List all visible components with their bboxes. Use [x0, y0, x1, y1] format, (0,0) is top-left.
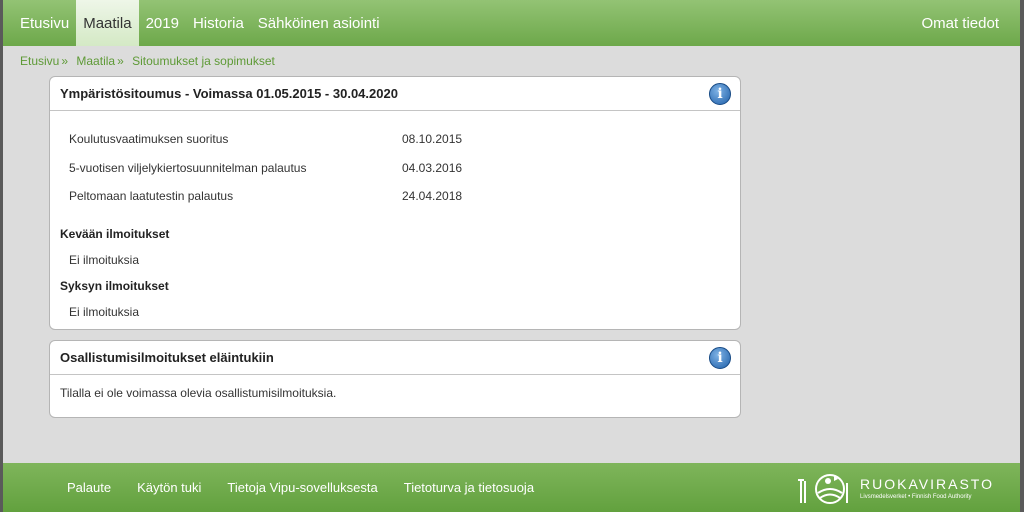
- spring-notices-text: Ei ilmoituksia: [69, 253, 140, 267]
- window-frame-left: [0, 0, 3, 512]
- panel-text: Tilalla ei ole voimassa olevia osallistu…: [60, 386, 337, 400]
- breadcrumb-separator: »: [117, 54, 124, 68]
- ruokavirasto-logo: RUOKAVIRASTO Livsmedelsverket • Finnish …: [798, 469, 994, 507]
- nav-omat-tiedot[interactable]: Omat tiedot: [914, 0, 1006, 46]
- footer-link-palaute[interactable]: Palaute: [67, 480, 111, 495]
- row-label: Peltomaan laatutestin palautus: [69, 189, 234, 203]
- breadcrumb-maatila[interactable]: Maatila: [76, 54, 115, 68]
- breadcrumb-etusivu[interactable]: Etusivu: [20, 54, 59, 68]
- spring-notices-title: Kevään ilmoitukset: [60, 227, 170, 241]
- autumn-notices-text: Ei ilmoituksia: [69, 305, 140, 319]
- row-value: 04.03.2016: [402, 161, 463, 175]
- nav-2019[interactable]: 2019: [139, 0, 186, 46]
- panel-title: Ympäristösitoumus - Voimassa 01.05.2015 …: [60, 86, 398, 101]
- nav-etusivu[interactable]: Etusivu: [13, 0, 76, 46]
- top-navigation: Etusivu Maatila 2019 Historia Sähköinen …: [3, 0, 1020, 46]
- breadcrumb: Etusivu» Maatila» Sitoumukset ja sopimuk…: [20, 54, 275, 68]
- environment-commitment-panel: Ympäristösitoumus - Voimassa 01.05.2015 …: [49, 76, 741, 330]
- logo-emblem-icon: [798, 474, 849, 504]
- window-frame-right: [1020, 0, 1024, 512]
- row-value: 08.10.2015: [402, 132, 463, 146]
- row-label: Koulutusvaatimuksen suoritus: [69, 132, 229, 146]
- panel-header: Osallistumisilmoitukset eläintukiin i: [50, 341, 740, 375]
- logo-subtitle: Livsmedelsverket • Finnish Food Authorit…: [860, 494, 972, 500]
- animal-subsidy-panel: Osallistumisilmoitukset eläintukiin i Ti…: [49, 340, 741, 418]
- info-icon[interactable]: i: [709, 346, 731, 369]
- panel-title: Osallistumisilmoitukset eläintukiin: [60, 350, 274, 365]
- footer-link-tietoja[interactable]: Tietoja Vipu-sovelluksesta: [227, 480, 377, 495]
- nav-maatila[interactable]: Maatila: [76, 0, 139, 46]
- breadcrumb-sitoumukset[interactable]: Sitoumukset ja sopimukset: [132, 54, 275, 68]
- logo-name: RUOKAVIRASTO: [860, 476, 994, 492]
- row-value: 24.04.2018: [402, 189, 463, 203]
- footer: Palaute Käytön tuki Tietoja Vipu-sovellu…: [3, 463, 1020, 512]
- info-icon[interactable]: i: [709, 82, 731, 105]
- footer-link-tietoturva[interactable]: Tietoturva ja tietosuoja: [404, 480, 534, 495]
- breadcrumb-separator: »: [61, 54, 69, 68]
- autumn-notices-title: Syksyn ilmoitukset: [60, 279, 169, 293]
- row-label: 5-vuotisen viljelykiertosuunnitelman pal…: [69, 161, 307, 175]
- nav-sahkoinen-asiointi[interactable]: Sähköinen asiointi: [251, 0, 387, 46]
- footer-link-kayton-tuki[interactable]: Käytön tuki: [137, 480, 201, 495]
- panel-header: Ympäristösitoumus - Voimassa 01.05.2015 …: [50, 77, 740, 111]
- nav-historia[interactable]: Historia: [186, 0, 251, 46]
